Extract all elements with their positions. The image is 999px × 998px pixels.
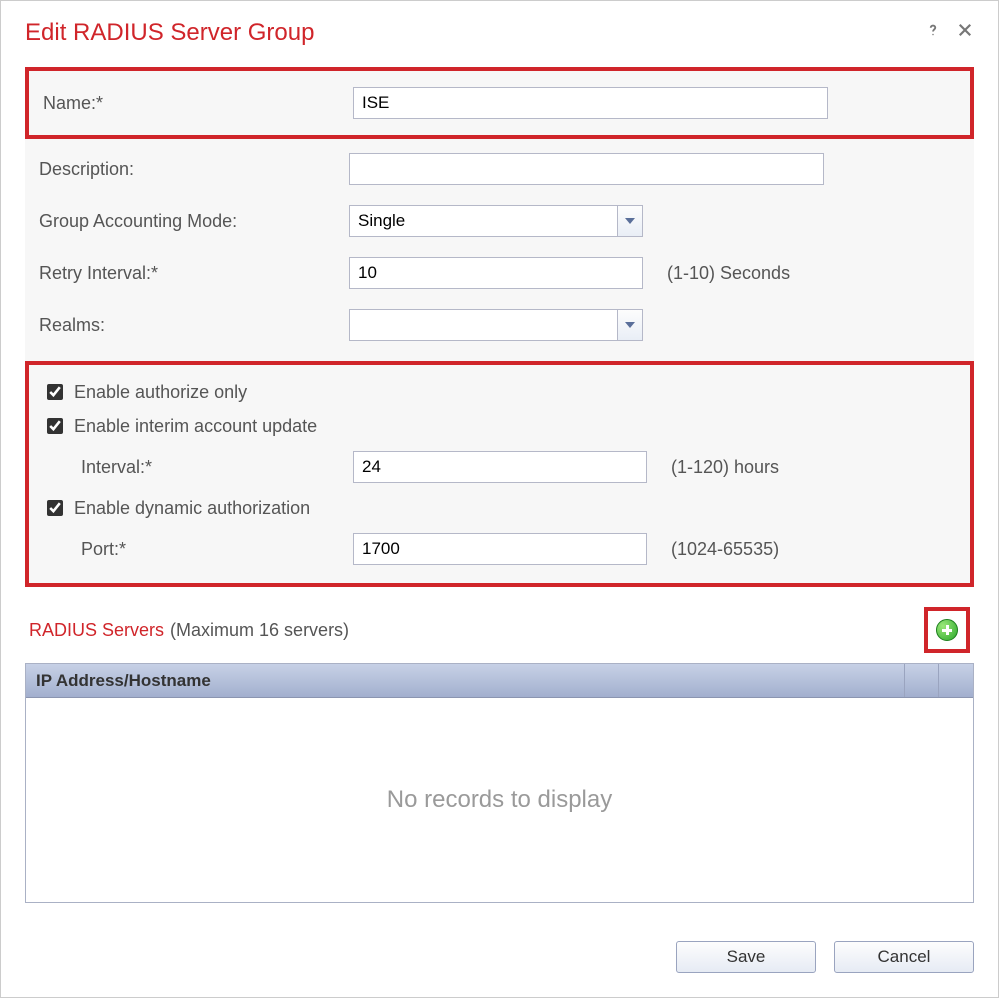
port-input[interactable] — [353, 533, 647, 565]
save-button[interactable]: Save — [676, 941, 816, 973]
enable-authorize-only-label: Enable authorize only — [74, 382, 247, 403]
column-header-ip[interactable]: IP Address/Hostname — [26, 664, 905, 697]
name-highlight-box: Name:* — [25, 67, 974, 139]
enable-dynamic-auth-checkbox[interactable] — [47, 500, 63, 516]
dialog-footer: Save Cancel — [1, 923, 998, 997]
enable-dynamic-auth-label: Enable dynamic authorization — [74, 498, 310, 519]
interval-label: Interval:* — [43, 457, 353, 478]
radius-servers-table: IP Address/Hostname No records to displa… — [25, 663, 974, 903]
name-input[interactable] — [353, 87, 828, 119]
enable-interim-label: Enable interim account update — [74, 416, 317, 437]
realms-select[interactable] — [349, 309, 643, 341]
radius-servers-header: RADIUS Servers (Maximum 16 servers) — [25, 597, 974, 657]
cancel-button[interactable]: Cancel — [834, 941, 974, 973]
table-header-row: IP Address/Hostname — [26, 664, 973, 698]
enable-authorize-only-checkbox[interactable] — [47, 384, 63, 400]
description-label: Description: — [39, 159, 349, 180]
port-hint: (1024-65535) — [671, 539, 779, 560]
retry-interval-hint: (1-10) Seconds — [667, 263, 790, 284]
help-icon[interactable] — [924, 21, 942, 45]
radius-servers-title: RADIUS Servers — [29, 620, 164, 641]
dialog-header: Edit RADIUS Server Group — [1, 1, 998, 57]
column-header-spacer-1 — [905, 664, 939, 697]
middle-fields-group: Description: Group Accounting Mode: Retr… — [25, 139, 974, 361]
retry-interval-label: Retry Interval:* — [39, 263, 349, 284]
enable-interim-checkbox[interactable] — [47, 418, 63, 434]
port-label: Port:* — [43, 539, 353, 560]
realms-select-wrap — [349, 309, 643, 341]
group-accounting-mode-select[interactable] — [349, 205, 643, 237]
retry-interval-input[interactable] — [349, 257, 643, 289]
auth-options-highlight-box: Enable authorize only Enable interim acc… — [25, 361, 974, 587]
dialog-title: Edit RADIUS Server Group — [25, 19, 924, 47]
realms-label: Realms: — [39, 315, 349, 336]
interval-hint: (1-120) hours — [671, 457, 779, 478]
group-accounting-mode-label: Group Accounting Mode: — [39, 211, 349, 232]
chevron-down-icon[interactable] — [617, 309, 643, 341]
description-input[interactable] — [349, 153, 824, 185]
name-label: Name:* — [43, 93, 353, 114]
add-server-button[interactable] — [936, 619, 958, 641]
group-accounting-mode-select-wrap — [349, 205, 643, 237]
dialog-body: Name:* Description: Group Accounting Mod… — [1, 57, 998, 923]
column-header-spacer-2 — [939, 664, 973, 697]
add-server-highlight-box — [924, 607, 970, 653]
table-empty-message: No records to display — [26, 698, 973, 902]
dialog-header-icons — [924, 21, 974, 45]
edit-radius-server-group-dialog: Edit RADIUS Server Group Name:* Descript… — [0, 0, 999, 998]
interval-input[interactable] — [353, 451, 647, 483]
chevron-down-icon[interactable] — [617, 205, 643, 237]
close-icon[interactable] — [956, 21, 974, 45]
radius-servers-subtitle: (Maximum 16 servers) — [170, 620, 924, 641]
